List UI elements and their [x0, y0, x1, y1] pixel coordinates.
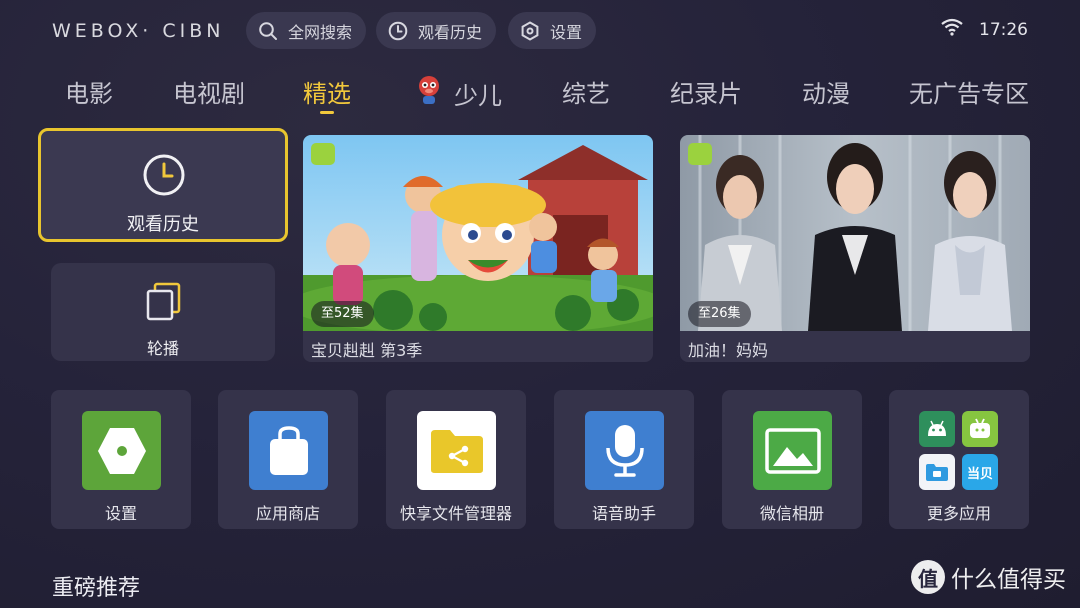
clock-icon — [142, 153, 186, 201]
tab-variety[interactable]: 综艺 — [562, 74, 610, 109]
app-label: 设置 — [104, 504, 137, 523]
app-label: 快享文件管理器 — [399, 504, 512, 523]
history-label: 观看历史 — [418, 22, 483, 42]
media-card-2[interactable]: 至26集 加油！妈妈 — [680, 135, 1030, 362]
watermark: 值 什么值得买 — [911, 560, 1066, 594]
tab-anime[interactable]: 动漫 — [802, 74, 850, 109]
search-icon — [258, 21, 278, 41]
carousel-icon — [145, 282, 183, 326]
history-button[interactable]: 观看历史 — [376, 12, 497, 49]
media-card-1[interactable]: 至52集 宝贝赳赳 第3季 — [303, 135, 653, 362]
tab-tv-series[interactable]: 电视剧 — [173, 74, 245, 109]
carousel-tile-label: 轮播 — [146, 339, 179, 358]
history-tile[interactable]: 观看历史 — [38, 128, 288, 242]
tab-kids[interactable]: 少儿 — [414, 74, 502, 112]
tab-ad-free[interactable]: 无广告专区 — [909, 74, 1029, 109]
kids-mascot-icon — [414, 74, 444, 112]
tab-featured[interactable]: 精选 — [303, 74, 351, 109]
app-settings[interactable]: 设置 — [51, 390, 191, 529]
watermark-logo-icon: 值 — [911, 560, 945, 594]
dangbei-icon: 当贝 — [962, 454, 998, 490]
search-label: 全网搜索 — [288, 22, 353, 42]
active-tab-indicator — [320, 111, 334, 114]
app-source-icon — [311, 143, 335, 165]
gear-icon — [520, 20, 540, 41]
category-nav: 电影 电视剧 精选 少儿 综艺 纪录片 动漫 无广告专区 — [0, 74, 1080, 120]
tab-documentary[interactable]: 纪录片 — [670, 74, 742, 109]
store-bag-icon — [249, 411, 328, 490]
history-tile-label: 观看历史 — [127, 214, 199, 235]
settings-app-icon — [82, 411, 161, 490]
folder-share-icon — [417, 411, 496, 490]
episode-badge: 至52集 — [311, 301, 374, 327]
more-apps-grid: 当贝 — [919, 411, 999, 491]
microphone-icon — [585, 411, 664, 490]
card-title: 加油！妈妈 — [688, 341, 769, 360]
app-label: 更多应用 — [926, 504, 991, 523]
search-button[interactable]: 全网搜索 — [246, 12, 367, 49]
app-label: 微信相册 — [759, 504, 824, 523]
settings-button[interactable]: 设置 — [508, 12, 597, 49]
tab-movies[interactable]: 电影 — [65, 74, 113, 109]
photo-album-icon — [753, 411, 832, 490]
app-source-icon — [688, 143, 712, 165]
tv-app-icon — [962, 411, 998, 447]
app-label: 语音助手 — [591, 504, 656, 523]
app-more[interactable]: 当贝 更多应用 — [889, 390, 1029, 529]
card-title: 宝贝赳赳 第3季 — [311, 341, 423, 360]
episode-badge: 至26集 — [688, 301, 751, 327]
brand-logo: WEBOX· CIBN — [52, 20, 225, 42]
app-wechat-album[interactable]: 微信相册 — [722, 390, 862, 529]
wifi-icon — [941, 18, 963, 41]
android-icon — [919, 411, 955, 447]
folder-icon — [919, 454, 955, 490]
clock-time: 17:26 — [979, 19, 1028, 40]
app-file-manager[interactable]: 快享文件管理器 — [386, 390, 526, 529]
section-title: 重磅推荐 — [52, 576, 141, 601]
status-bar: 17:26 — [941, 18, 1028, 41]
app-label: 应用商店 — [255, 504, 320, 523]
app-voice-assistant[interactable]: 语音助手 — [554, 390, 694, 529]
tab-kids-label: 少儿 — [454, 81, 502, 110]
watermark-text: 什么值得买 — [951, 567, 1066, 593]
settings-label: 设置 — [550, 22, 583, 42]
app-store[interactable]: 应用商店 — [218, 390, 358, 529]
clock-icon — [388, 21, 408, 41]
carousel-tile[interactable]: 轮播 — [51, 263, 275, 361]
